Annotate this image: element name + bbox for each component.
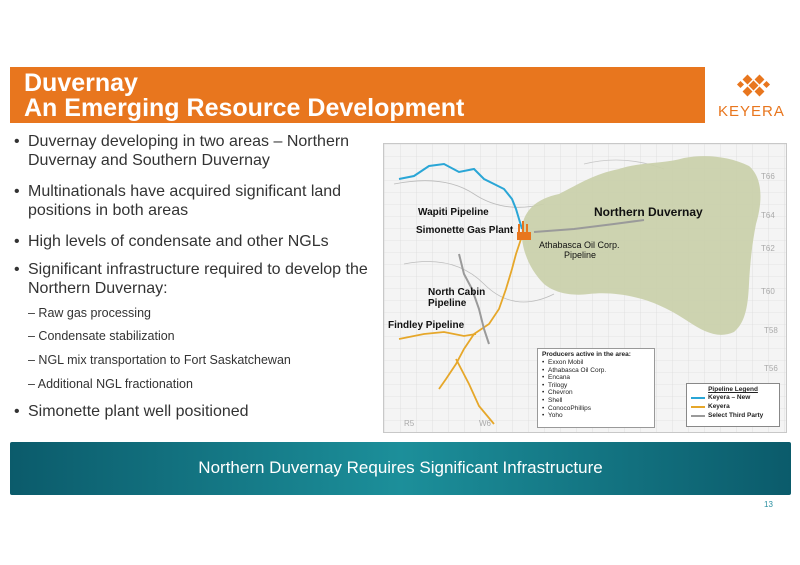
- legend-item: Keyera: [687, 403, 779, 411]
- bullet-item: • High levels of condensate and other NGL…: [14, 233, 329, 250]
- legend-swatch: [691, 397, 705, 399]
- producers-header: Producers active in the area:: [542, 351, 631, 358]
- producer-item: Exxon Mobil: [542, 359, 650, 367]
- bullet-item: • Simonette plant well positioned: [14, 403, 249, 420]
- legend-label: Keyera: [708, 403, 730, 410]
- sub-bullet-item: – NGL mix transportation to Fort Saskatc…: [28, 353, 291, 367]
- athabasca-pipeline-label: Athabasca Oil Corp.: [539, 240, 620, 250]
- grid-label: T58: [764, 326, 778, 335]
- grid-label: T64: [761, 211, 775, 220]
- grid-label: T56: [764, 364, 778, 373]
- findley-pipeline-label: Findley Pipeline: [388, 320, 465, 331]
- producer-item: Chevron: [542, 389, 650, 397]
- logo-wordmark: KEYERA: [718, 103, 785, 120]
- grid-label: W6: [479, 419, 491, 428]
- producer-item: Athabasca Oil Corp.: [542, 367, 650, 375]
- producer-item: Encana: [542, 374, 650, 382]
- grid-label: T66: [761, 172, 775, 181]
- pipeline-map: Wapiti Pipeline Simonette Gas Plant Nort…: [383, 143, 787, 433]
- north-cabin-pipeline-label-2: Pipeline: [428, 298, 467, 309]
- legend-swatch: [691, 406, 705, 408]
- wapiti-pipeline-label: Wapiti Pipeline: [418, 207, 489, 218]
- bullet-item: • Multinationals have acquired significan…: [14, 183, 342, 219]
- legend-swatch: [691, 415, 705, 417]
- sub-bullet-item: – Additional NGL fractionation: [28, 377, 193, 391]
- simonette-plant-label: Simonette Gas Plant: [416, 225, 514, 236]
- grid-label: T62: [761, 244, 775, 253]
- producers-box: Producers active in the area: Exxon Mobi…: [537, 348, 655, 428]
- slide-subtitle: An Emerging Resource Development: [24, 94, 465, 122]
- legend-header: Pipeline Legend: [708, 386, 758, 393]
- north-cabin-pipeline-label: North Cabin: [428, 287, 486, 298]
- summary-banner: Northern Duvernay Requires Significant I…: [10, 442, 791, 495]
- producer-item: Trilogy: [542, 382, 650, 390]
- bullet-item: • Duvernay developing in two areas – Nort…: [14, 133, 350, 169]
- page-number: 13: [764, 500, 773, 509]
- legend-item: Select Third Party: [687, 412, 779, 420]
- legend-label: Keyera – New: [708, 394, 751, 401]
- athabasca-pipeline-label-2: Pipeline: [564, 250, 597, 260]
- bullet-item: • Significant infrastructure required to …: [14, 261, 368, 297]
- producer-item: ConocoPhillips: [542, 405, 650, 413]
- banner-text: Northern Duvernay Requires Significant I…: [198, 458, 603, 477]
- grid-label: T60: [761, 287, 775, 296]
- legend-item: Keyera – New: [687, 394, 779, 402]
- grid-label: R5: [404, 419, 415, 428]
- sub-bullet-item: – Raw gas processing: [28, 306, 151, 320]
- producer-item: Yoho: [542, 412, 650, 420]
- sub-bullet-item: – Condensate stabilization: [28, 329, 175, 343]
- producer-item: Shell: [542, 397, 650, 405]
- northern-duvernay-label: Northern Duvernay: [594, 205, 703, 219]
- title-bar: Duvernay An Emerging Resource Developmen…: [10, 67, 705, 123]
- pipeline-legend: Pipeline Legend Keyera – New Keyera Sele…: [686, 383, 780, 427]
- legend-label: Select Third Party: [708, 412, 764, 419]
